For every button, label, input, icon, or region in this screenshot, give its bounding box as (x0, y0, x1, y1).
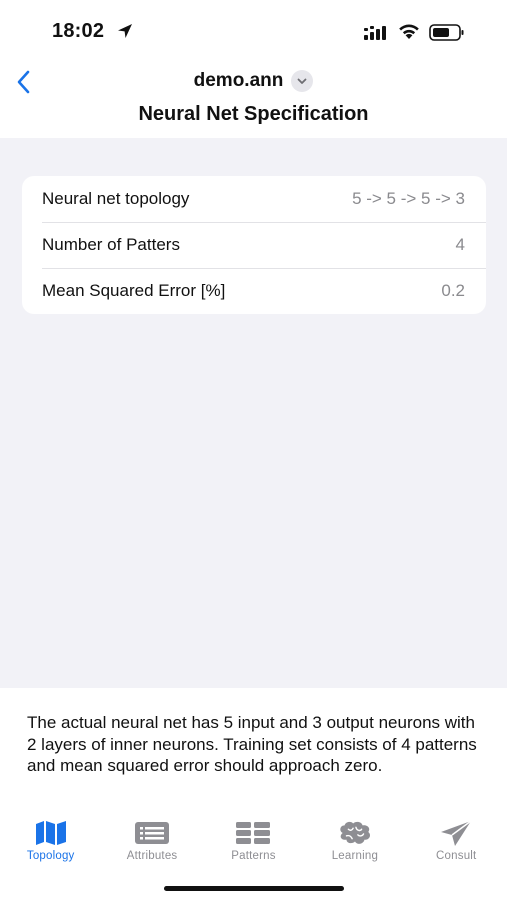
status-time: 18:02 (52, 20, 105, 42)
tab-patterns[interactable]: Patterns (203, 812, 304, 868)
table-icon (235, 818, 271, 848)
wifi-icon (399, 24, 419, 39)
spec-row-topology: Neural net topology 5 -> 5 -> 5 -> 3 (22, 176, 486, 222)
main-content: Neural net topology 5 -> 5 -> 5 -> 3 Num… (0, 138, 507, 688)
brain-icon (337, 818, 373, 848)
specification-card: Neural net topology 5 -> 5 -> 5 -> 3 Num… (22, 176, 486, 314)
spec-label: Mean Squared Error [%] (42, 281, 226, 300)
tab-bar: Topology Attributes Patterns Learning Co… (0, 812, 507, 868)
chevron-down-icon (297, 78, 307, 84)
spec-row-mse: Mean Squared Error [%] 0.2 (22, 268, 486, 314)
map-icon (33, 818, 69, 848)
tab-label: Topology (26, 850, 75, 862)
document-dropdown-button[interactable] (291, 70, 314, 92)
tab-label: Learning (331, 850, 379, 862)
description-panel: The actual neural net has 5 input and 3 … (0, 688, 507, 900)
spec-label: Number of Patters (42, 235, 180, 254)
spec-label: Neural net topology (42, 189, 190, 208)
location-arrow-icon (118, 24, 132, 38)
tab-label: Consult (436, 850, 477, 862)
status-bar: 18:02 (0, 0, 507, 62)
tab-label: Patterns (231, 850, 276, 862)
battery-icon (429, 24, 464, 41)
spec-value: 4 (455, 235, 465, 254)
document-name: demo.ann (193, 70, 284, 91)
spec-row-patterns: Number of Patters 4 (22, 222, 486, 268)
tab-topology[interactable]: Topology (0, 812, 101, 868)
tab-label: Attributes (126, 850, 178, 862)
home-indicator[interactable] (164, 886, 344, 891)
navigation-bar: demo.ann Neural Net Specification (0, 62, 507, 138)
tab-consult[interactable]: Consult (406, 812, 507, 868)
description-text: The actual neural net has 5 input and 3 … (27, 713, 477, 775)
spec-value: 5 -> 5 -> 5 -> 3 (352, 189, 465, 208)
tab-learning[interactable]: Learning (304, 812, 405, 868)
document-title-menu[interactable]: demo.ann (0, 68, 507, 94)
signal-icon (364, 26, 386, 40)
tab-attributes[interactable]: Attributes (101, 812, 202, 868)
list-icon (134, 818, 170, 848)
paper-plane-icon (438, 818, 474, 848)
page-title: Neural Net Specification (138, 103, 369, 125)
spec-value: 0.2 (441, 281, 465, 300)
